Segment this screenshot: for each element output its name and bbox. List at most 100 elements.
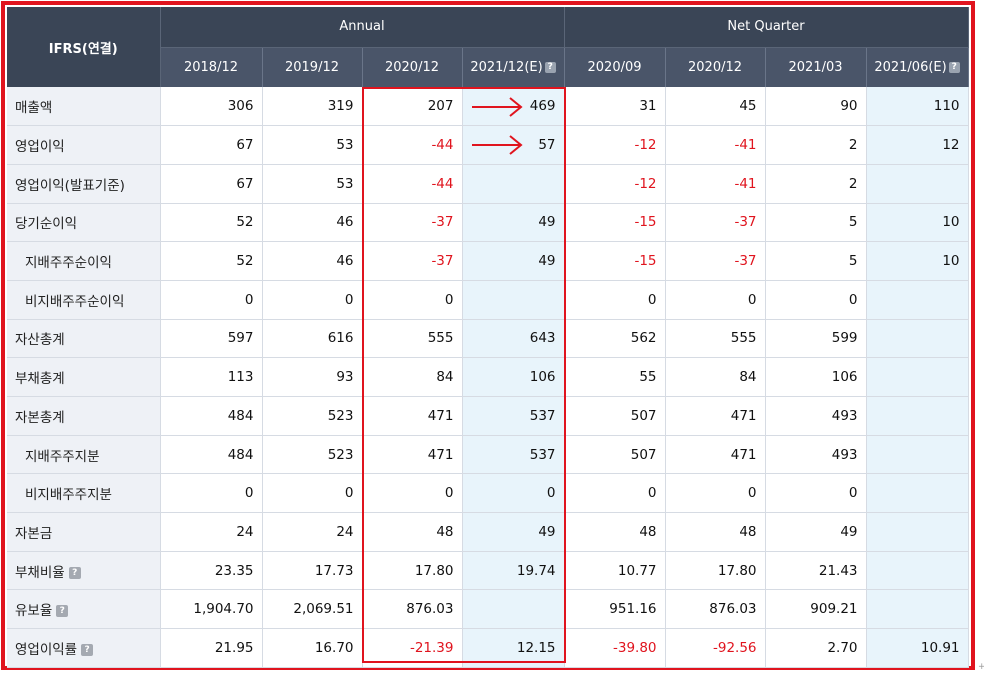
value-cell: 23.35 (160, 551, 263, 591)
value-cell: 67 (160, 164, 263, 204)
value-cell: 17.80 (362, 551, 463, 591)
value-cell: 537 (462, 435, 565, 475)
row-label: 부채총계 (15, 371, 65, 388)
value-cell: 53 (262, 125, 363, 165)
period-header-4: 2020/09 (564, 47, 666, 87)
value-cell: 0 (564, 280, 666, 320)
value-cell: -37 (665, 203, 766, 243)
period-label: 2021/12(E) (470, 59, 543, 75)
value-cell (866, 512, 969, 552)
value-cell: 46 (262, 203, 363, 243)
value-cell: 0 (362, 280, 463, 320)
ifrs-header: IFRS(연결) (7, 7, 161, 87)
value-cell: 1,904.70 (160, 589, 263, 630)
value-cell: 12 (866, 125, 969, 165)
value-cell: 17.73 (262, 551, 363, 591)
value-cell: 643 (462, 319, 565, 359)
value-cell: 0 (160, 280, 263, 320)
value-cell (866, 435, 969, 475)
value-cell: 0 (665, 473, 766, 514)
row-label-cell: 지배주주지분 (7, 435, 161, 475)
value-cell: 0 (462, 473, 565, 514)
value-cell: 523 (262, 396, 363, 436)
net-quarter-header: Net Quarter (564, 7, 969, 48)
value-cell: -41 (665, 164, 766, 204)
value-cell: 84 (665, 357, 766, 397)
row-label-cell: 당기순이익 (7, 203, 161, 243)
value-cell: 48 (564, 512, 666, 552)
value-cell: 507 (564, 435, 666, 475)
value-cell: 17.80 (665, 551, 766, 591)
row-label-cell: 부채총계 (7, 357, 161, 397)
value-cell: 31 (564, 87, 666, 127)
row-label-cell: 지배주주순이익 (7, 241, 161, 281)
value-cell (866, 551, 969, 591)
value-cell (462, 280, 565, 320)
value-cell: 562 (564, 319, 666, 359)
value-cell: 0 (564, 473, 666, 514)
metric-info-icon[interactable]: ? (56, 605, 69, 618)
row-label-cell: 매출액 (7, 87, 161, 127)
estimate-info-icon[interactable]: ? (948, 61, 960, 73)
value-cell: 507 (564, 396, 666, 436)
row-label: 자본금 (15, 525, 53, 542)
value-cell: -37 (362, 241, 463, 281)
value-cell (866, 589, 969, 630)
value-cell: 909.21 (765, 589, 867, 630)
period-label: 2019/12 (284, 59, 339, 75)
row-label: 비지배주주지분 (25, 487, 112, 504)
value-cell: 207 (362, 87, 463, 127)
value-cell: 90 (765, 87, 867, 127)
value-cell: 469 (462, 87, 565, 127)
value-cell: -39.80 (564, 628, 666, 668)
value-cell: 484 (160, 396, 263, 436)
value-cell: 10 (866, 241, 969, 281)
period-label: 2021/06(E) (874, 59, 947, 75)
value-cell: 48 (362, 512, 463, 552)
value-cell (866, 280, 969, 320)
value-cell: 10 (866, 203, 969, 243)
value-cell: -21.39 (362, 628, 463, 668)
metric-info-icon[interactable]: ? (81, 643, 94, 656)
value-cell: 876.03 (362, 589, 463, 630)
value-cell: 493 (765, 396, 867, 436)
row-label-cell: 자산총계 (7, 319, 161, 359)
period-label: 2020/09 (587, 59, 642, 75)
value-cell: 597 (160, 319, 263, 359)
value-cell: 0 (765, 473, 867, 514)
value-cell: 48 (665, 512, 766, 552)
row-label-cell: 영업이익(발표기준) (7, 164, 161, 204)
value-cell: 106 (462, 357, 565, 397)
table-row: 비지배주주지분 0 0 0 0 0 0 0 (7, 473, 969, 514)
value-cell: 93 (262, 357, 363, 397)
value-cell (866, 396, 969, 436)
period-header-6: 2021/03 (765, 47, 867, 87)
value-cell (866, 473, 969, 514)
row-label-cell: 자본금 (7, 512, 161, 552)
value-cell (866, 357, 969, 397)
value-cell: 21.95 (160, 628, 263, 668)
row-label-cell: 자본총계 (7, 396, 161, 436)
value-cell: 0 (262, 280, 363, 320)
value-cell (866, 319, 969, 359)
table-row: 자본금 24 24 48 49 48 48 49 (7, 512, 969, 552)
table-row: 당기순이익 52 46 -37 49 -15 -37 5 10 (7, 203, 969, 243)
value-cell: 599 (765, 319, 867, 359)
value-cell: 493 (765, 435, 867, 475)
row-label-cell: 영업이익률? (7, 628, 161, 668)
value-cell: -15 (564, 241, 666, 281)
value-cell: 2 (765, 164, 867, 204)
row-label: 지배주주지분 (25, 448, 100, 465)
value-cell: -15 (564, 203, 666, 243)
metric-info-icon[interactable]: ? (68, 566, 81, 579)
value-cell: 53 (262, 164, 363, 204)
value-cell: 306 (160, 87, 263, 127)
row-label: 지배주주순이익 (25, 255, 112, 272)
estimate-info-icon[interactable]: ? (544, 61, 556, 73)
value-cell: 2.70 (765, 628, 867, 668)
row-label: 비지배주주순이익 (25, 293, 125, 310)
value-cell: 0 (665, 280, 766, 320)
period-header-2: 2020/12 (362, 47, 463, 87)
value-cell: 2,069.51 (262, 589, 363, 630)
value-cell: -44 (362, 125, 463, 165)
